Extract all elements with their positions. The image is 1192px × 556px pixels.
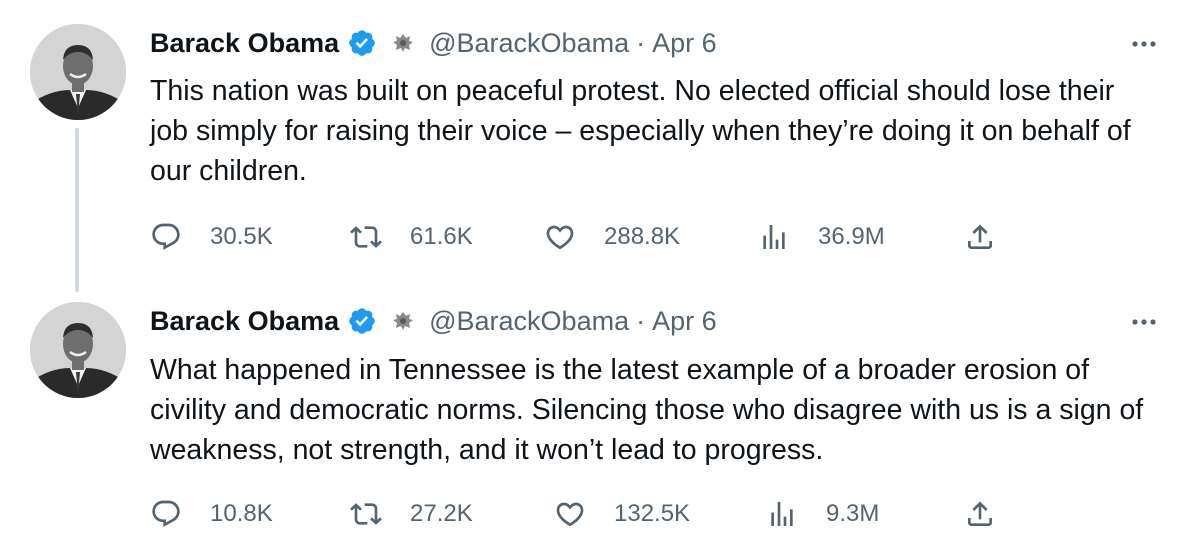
share-icon bbox=[968, 224, 992, 249]
author-name[interactable]: Barack Obama bbox=[150, 28, 339, 59]
tweet-actions: 10.8K 27.2K 132.5K 9.3M bbox=[150, 494, 1010, 534]
tweet-text: This nation was built on peaceful protes… bbox=[150, 75, 1131, 187]
like-button[interactable]: 288.8K bbox=[544, 217, 680, 257]
more-icon bbox=[1132, 41, 1156, 47]
reply-icon bbox=[152, 500, 180, 527]
tweet[interactable]: Barack Obama @BarackObama · Apr 6 This n… bbox=[0, 0, 1192, 292]
verified-badge-icon[interactable] bbox=[347, 306, 377, 336]
views-count: 9.3M bbox=[826, 500, 880, 527]
avatar-photo bbox=[30, 302, 126, 398]
share-button[interactable] bbox=[964, 494, 996, 534]
verified-badge-icon[interactable] bbox=[347, 28, 377, 58]
like-button[interactable]: 132.5K bbox=[554, 494, 690, 534]
reply-count: 30.5K bbox=[210, 223, 273, 250]
reply-count: 10.8K bbox=[210, 500, 273, 527]
tweet-text: What happened in Tennessee is the latest… bbox=[150, 354, 1144, 466]
views-icon bbox=[763, 225, 785, 249]
retweet-button[interactable]: 61.6K bbox=[350, 217, 473, 257]
retweet-icon bbox=[350, 226, 382, 248]
retweet-icon bbox=[350, 503, 382, 525]
author-handle[interactable]: @BarackObama bbox=[429, 28, 629, 59]
avatar[interactable] bbox=[30, 302, 126, 398]
avatar-photo bbox=[30, 24, 126, 120]
separator: · bbox=[636, 27, 646, 58]
tweet-date[interactable]: Apr 6 bbox=[652, 28, 717, 59]
tweet-actions: 30.5K 61.6K 288.8K 36.9M bbox=[150, 217, 1010, 257]
seal-icon[interactable] bbox=[389, 29, 417, 57]
thread-line bbox=[75, 128, 79, 292]
views-icon bbox=[771, 502, 793, 526]
separator: · bbox=[636, 305, 646, 336]
tweet[interactable]: Barack Obama @BarackObama · Apr 6 What h… bbox=[0, 280, 1192, 556]
author-name[interactable]: Barack Obama bbox=[150, 306, 339, 337]
like-count: 132.5K bbox=[614, 500, 691, 527]
retweet-button[interactable]: 27.2K bbox=[350, 494, 473, 534]
more-icon bbox=[1132, 319, 1156, 325]
retweet-count: 27.2K bbox=[410, 500, 473, 527]
author-handle[interactable]: @BarackObama bbox=[429, 306, 629, 337]
retweet-count: 61.6K bbox=[410, 223, 473, 250]
seal-icon[interactable] bbox=[389, 307, 417, 335]
heart-icon bbox=[556, 502, 584, 527]
tweet-header: Barack Obama @BarackObama · Apr 6 bbox=[150, 23, 717, 63]
avatar[interactable] bbox=[30, 24, 126, 120]
tweet-header: Barack Obama @BarackObama · Apr 6 bbox=[150, 301, 717, 341]
heart-icon bbox=[546, 225, 574, 250]
share-icon bbox=[968, 501, 992, 526]
tweet-date[interactable]: Apr 6 bbox=[652, 306, 717, 337]
views-button[interactable]: 9.3M bbox=[766, 494, 879, 534]
more-button[interactable] bbox=[1126, 304, 1162, 340]
more-button[interactable] bbox=[1126, 26, 1162, 62]
reply-icon bbox=[152, 223, 180, 250]
share-button[interactable] bbox=[964, 217, 996, 257]
views-button[interactable]: 36.9M bbox=[758, 217, 885, 257]
views-count: 36.9M bbox=[818, 223, 885, 250]
reply-button[interactable]: 10.8K bbox=[150, 494, 273, 534]
reply-button[interactable]: 30.5K bbox=[150, 217, 273, 257]
like-count: 288.8K bbox=[604, 223, 681, 250]
